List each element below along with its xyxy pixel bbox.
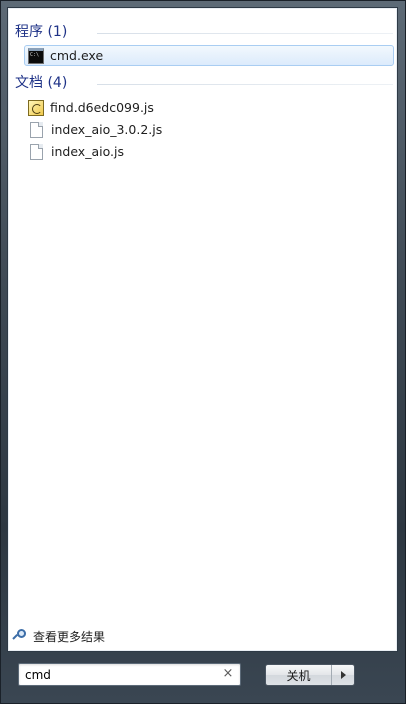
clear-search-icon[interactable]: ×	[222, 667, 234, 681]
result-label: index_aio_3.0.2.js	[51, 122, 163, 137]
see-more-results-link[interactable]: 查看更多结果	[12, 627, 106, 645]
shutdown-button[interactable]: 关机	[266, 665, 332, 685]
group-header-documents[interactable]: 文档 (4)	[15, 73, 393, 93]
result-label: cmd.exe	[50, 48, 104, 63]
result-item-find-js[interactable]: find.d6edc099.js	[24, 97, 394, 118]
search-results-panel: 程序 (1) cmd.exe 文档 (4) find.d6edc099.js i…	[7, 7, 398, 652]
group-title-programs: 程序 (1)	[15, 24, 68, 40]
script-file-icon	[28, 99, 44, 116]
result-item-index-aio-js[interactable]: index_aio.js	[24, 141, 394, 162]
search-icon	[12, 629, 27, 643]
shutdown-options-button[interactable]	[332, 665, 354, 685]
search-input[interactable]	[19, 664, 219, 685]
result-label: find.d6edc099.js	[50, 100, 154, 115]
cmd-icon	[28, 47, 44, 64]
file-icon	[30, 121, 43, 138]
group-divider	[97, 33, 393, 34]
triangle-right-icon	[340, 671, 346, 679]
group-title-documents: 文档 (4)	[15, 75, 68, 91]
result-label: index_aio.js	[51, 144, 124, 159]
see-more-label: 查看更多结果	[33, 629, 106, 644]
shutdown-split-button: 关机	[265, 664, 355, 686]
search-box[interactable]: ×	[18, 663, 241, 686]
result-item-index-aio-3-0-2-js[interactable]: index_aio_3.0.2.js	[24, 119, 394, 140]
result-item-cmd-exe[interactable]: cmd.exe	[24, 45, 394, 66]
group-divider	[97, 84, 393, 85]
group-header-programs[interactable]: 程序 (1)	[15, 22, 393, 42]
shutdown-label: 关机	[286, 668, 311, 683]
file-icon	[30, 143, 43, 160]
